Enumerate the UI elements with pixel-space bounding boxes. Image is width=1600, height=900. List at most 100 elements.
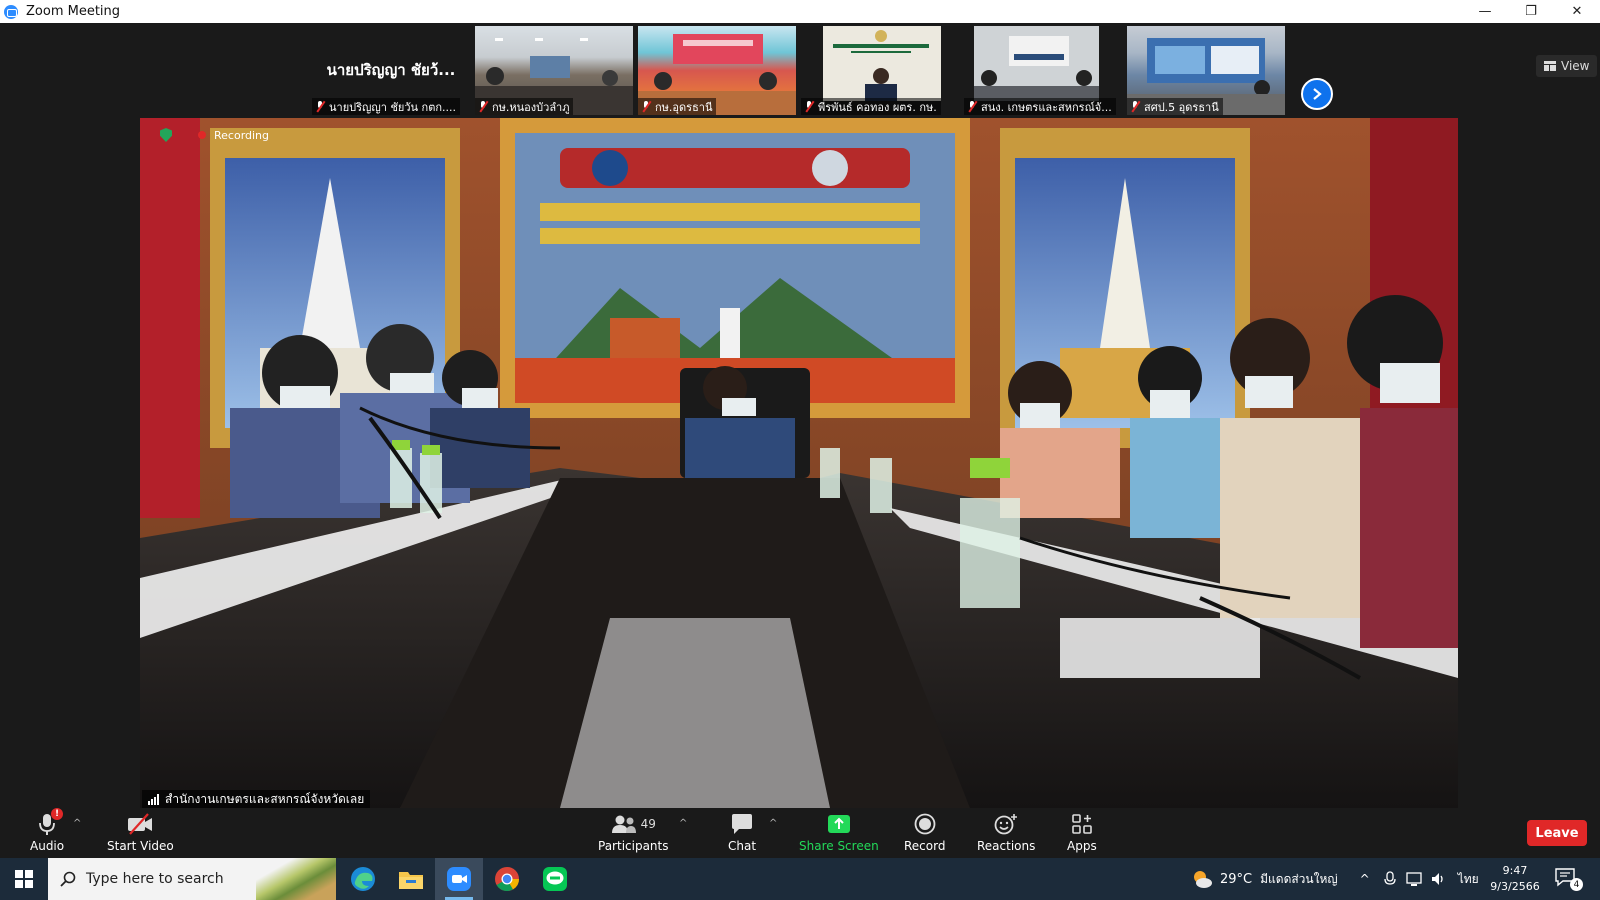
apps-icon <box>1072 814 1092 834</box>
reactions-button[interactable]: Reactions <box>977 812 1035 853</box>
participant-tile[interactable]: กษ.หนองบัวลำภู <box>475 26 633 115</box>
taskbar-zoom[interactable] <box>435 858 483 900</box>
leave-button[interactable]: Leave <box>1527 820 1587 846</box>
recording-dot-icon <box>198 131 206 139</box>
mic-muted-icon <box>479 101 488 112</box>
share-screen-icon <box>827 815 850 833</box>
recording-label: Recording <box>214 128 270 142</box>
participant-tile[interactable]: สนง. เกษตรและสหกรณ์จั... <box>964 26 1122 115</box>
share-screen-button[interactable]: Share Screen <box>799 812 879 853</box>
line-icon <box>543 867 567 891</box>
view-button[interactable]: View <box>1536 55 1598 77</box>
edge-icon <box>351 867 375 891</box>
speaker-name-label: สำนักงานเกษตรและสหกรณ์จังหวัดเลย <box>142 790 371 808</box>
participants-icon <box>611 815 636 833</box>
input-language[interactable]: ไทย <box>1458 870 1479 889</box>
zoom-app-icon <box>4 4 18 19</box>
audio-label: Audio <box>30 839 65 853</box>
system-clock[interactable]: 9:47 9/3/2566 <box>1485 863 1545 895</box>
speaker-icon[interactable] <box>1430 871 1446 887</box>
audio-options-caret[interactable]: ^ <box>73 818 81 829</box>
participant-big-name: นายปริญญา ชัยว้... <box>326 61 456 79</box>
clock-time: 9:47 <box>1502 864 1528 877</box>
chat-button[interactable]: Chat <box>728 812 756 853</box>
participant-name-label: นายปริญญา ชัยวัน กตก.... <box>312 98 461 115</box>
start-video-button[interactable]: Start Video <box>107 812 174 853</box>
apps-label: Apps <box>1067 839 1097 853</box>
audio-button[interactable]: ! Audio <box>30 808 65 853</box>
chevron-up-icon[interactable]: ^ <box>1360 872 1370 886</box>
weather-sun-cloud-icon[interactable] <box>1190 867 1214 891</box>
record-icon <box>914 813 936 835</box>
participant-strip: นายปริญญา ชัยว้... นายปริญญา ชัยวัน กตก.… <box>0 23 1600 118</box>
active-speaker-video[interactable]: Recording สำนักงานเกษตรและสหกรณ์จังหวัดเ… <box>140 118 1458 808</box>
minimize-button[interactable]: — <box>1462 0 1508 23</box>
chat-label: Chat <box>728 839 757 853</box>
connection-signal-icon <box>148 793 159 805</box>
notification-count: 4 <box>1570 878 1583 891</box>
maximize-button[interactable]: ❐ <box>1508 0 1554 23</box>
participant-name-label: กษ.อุดรธานี <box>655 100 713 114</box>
mic-muted-icon <box>1131 101 1140 112</box>
chat-bubble-icon <box>732 814 753 834</box>
start-button[interactable] <box>0 858 48 900</box>
title-bar: Zoom Meeting — ❐ ✕ <box>0 0 1600 23</box>
participant-tile[interactable]: กษ.อุดรธานี <box>638 26 796 115</box>
system-tray: 29°C มีแดดส่วนใหญ่ ^ ไทย <box>1190 858 1479 900</box>
participants-label: Participants <box>598 839 669 853</box>
mic-muted-icon <box>642 101 651 112</box>
zoom-icon <box>447 867 471 891</box>
shield-icon <box>160 128 172 142</box>
mic-muted-icon <box>968 101 977 112</box>
participants-button[interactable]: 49 Participants <box>598 812 669 853</box>
window-title: Zoom Meeting <box>26 4 121 19</box>
smiley-plus-icon <box>994 814 1018 835</box>
apps-button[interactable]: Apps <box>1067 812 1097 853</box>
taskbar-edge[interactable] <box>339 858 387 900</box>
weather-temp[interactable]: 29°C <box>1220 872 1252 887</box>
audio-alert-badge: ! <box>51 808 64 820</box>
weather-desc[interactable]: มีแดดส่วนใหญ่ <box>1260 870 1338 889</box>
participants-options-caret[interactable]: ^ <box>679 818 687 829</box>
start-video-label: Start Video <box>107 839 174 853</box>
participant-name-label: พีรพันธ์ คอทอง ผตร. กษ. <box>818 100 937 114</box>
conference-room-photo <box>140 118 1458 808</box>
taskbar-search-box[interactable]: Type here to search <box>48 858 336 900</box>
participant-tile[interactable]: สศป.5 อุดรธานี <box>1127 26 1285 115</box>
taskbar-line[interactable] <box>531 858 579 900</box>
search-icon <box>60 871 76 887</box>
notification-center-button[interactable]: 4 <box>1555 867 1583 891</box>
record-button[interactable]: Record <box>904 812 945 853</box>
taskbar-file-explorer[interactable] <box>387 858 435 900</box>
participant-tile-name-only[interactable]: นายปริญญา ชัยว้... นายปริญญา ชัยวัน กตก.… <box>312 26 470 115</box>
search-placeholder: Type here to search <box>86 871 224 887</box>
mic-muted-icon <box>805 101 814 112</box>
view-label: View <box>1561 59 1590 73</box>
chevron-right-icon <box>1313 88 1322 100</box>
participant-name-label: สนง. เกษตรและสหกรณ์จั... <box>981 100 1112 114</box>
speaker-name: สำนักงานเกษตรและสหกรณ์จังหวัดเลย <box>165 791 365 806</box>
close-button[interactable]: ✕ <box>1554 0 1600 23</box>
microphone-tray-icon[interactable] <box>1382 871 1398 887</box>
participants-count: 49 <box>640 817 656 831</box>
clock-date: 9/3/2566 <box>1490 880 1540 893</box>
windows-logo-icon <box>15 870 33 888</box>
reactions-label: Reactions <box>977 839 1036 853</box>
video-camera-off-icon <box>128 813 153 835</box>
mic-muted-icon <box>316 101 325 112</box>
network-icon[interactable] <box>1406 871 1422 887</box>
chrome-icon <box>495 867 519 892</box>
taskbar-chrome[interactable] <box>483 858 531 900</box>
file-explorer-icon <box>399 872 423 889</box>
chat-options-caret[interactable]: ^ <box>769 818 777 829</box>
recording-indicator: Recording <box>160 128 269 142</box>
search-highlight-graphic <box>256 858 336 900</box>
share-screen-label: Share Screen <box>799 839 879 853</box>
participant-name-label: กษ.หนองบัวลำภู <box>492 100 570 114</box>
next-page-button[interactable] <box>1301 78 1333 110</box>
record-label: Record <box>904 839 946 853</box>
participant-tile[interactable]: พีรพันธ์ คอทอง ผตร. กษ. <box>801 26 959 115</box>
windows-taskbar: Type here to search 29°C มีแดดส่วนใหญ่ ^… <box>0 858 1600 900</box>
meeting-toolbar: ! Audio ^ Start Video 49 Participants ^ <box>0 808 1600 858</box>
grid-view-icon <box>1544 61 1556 71</box>
